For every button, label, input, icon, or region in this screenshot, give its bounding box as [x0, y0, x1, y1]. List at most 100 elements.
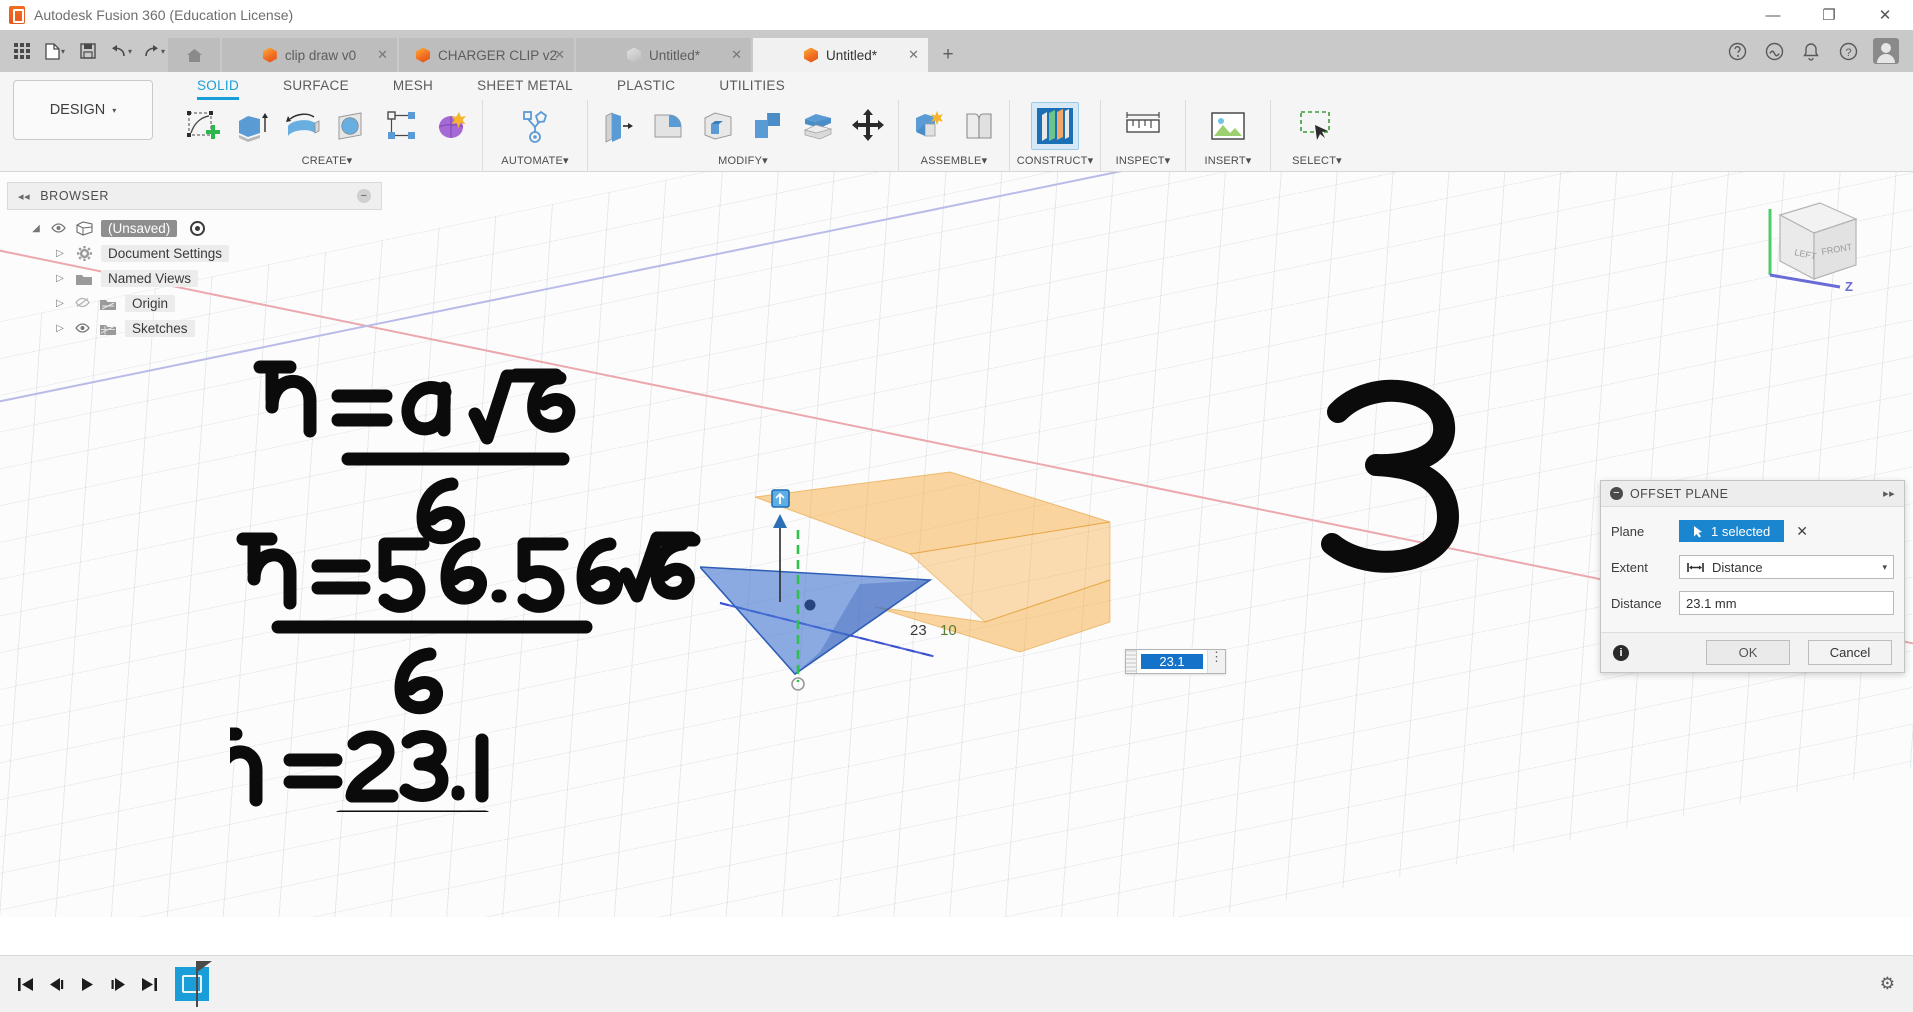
tab-home[interactable]: [168, 38, 220, 72]
collapse-left-icon[interactable]: ◂◂: [18, 190, 30, 203]
tab-charger-clip-v2[interactable]: CHARGER CLIP v2 ✕: [399, 38, 574, 72]
dimension-options-icon[interactable]: ⋮: [1207, 650, 1225, 673]
browser-collapse-button[interactable]: −: [357, 189, 371, 203]
offset-plane-icon[interactable]: [1031, 102, 1079, 150]
undo-caret[interactable]: ▾: [128, 47, 132, 56]
save-icon[interactable]: [74, 37, 102, 65]
press-pull-icon[interactable]: [594, 102, 642, 150]
browser-item-named-views[interactable]: ▷ Named Views: [7, 266, 382, 291]
redo-icon[interactable]: ▾: [140, 37, 168, 65]
timeline-step-back[interactable]: [41, 967, 72, 1001]
expand-arrow-icon[interactable]: ▷: [53, 298, 67, 309]
notifications-icon[interactable]: [1799, 39, 1823, 63]
dialog-collapse-icon[interactable]: −: [1610, 487, 1623, 500]
timeline-feature-sketch[interactable]: [175, 961, 209, 1007]
ribbon-group-label-create[interactable]: CREATE▾: [178, 152, 476, 167]
minimize-button[interactable]: —: [1745, 0, 1801, 30]
insert-image-icon[interactable]: [1204, 102, 1252, 150]
extrude-icon[interactable]: [228, 102, 276, 150]
dimension-value-input[interactable]: 23.1: [1141, 654, 1203, 669]
pattern-icon[interactable]: [378, 102, 426, 150]
expand-arrow-icon[interactable]: ◢: [29, 223, 43, 234]
tab-untitled-active[interactable]: Untitled* ✕: [753, 38, 928, 72]
tab-close-icon[interactable]: ✕: [908, 47, 919, 63]
maximize-button[interactable]: ❐: [1801, 0, 1857, 30]
visibility-eye-off-icon[interactable]: [74, 297, 91, 311]
new-component-icon[interactable]: [905, 102, 953, 150]
timeline-settings-icon[interactable]: ⚙: [1880, 974, 1895, 994]
dimension-drag-handle[interactable]: [1126, 650, 1137, 673]
extensions-icon[interactable]: [1762, 39, 1786, 63]
new-file-icon[interactable]: ▾: [41, 37, 69, 65]
info-icon[interactable]: i: [1613, 644, 1629, 661]
document-tab-bar: ▾ ▾ ▾ clip draw v0 ✕ CHARGER CLIP v2 ✕ U…: [0, 30, 1913, 72]
select-window-icon[interactable]: [1293, 102, 1341, 150]
timeline-play[interactable]: [72, 967, 103, 1001]
extent-dropdown[interactable]: Distance ▾: [1679, 555, 1894, 579]
automate-icon[interactable]: [511, 102, 559, 150]
expand-arrow-icon[interactable]: ▷: [53, 273, 67, 284]
expand-arrow-icon[interactable]: ▷: [53, 248, 67, 259]
create-sketch-icon[interactable]: [178, 102, 226, 150]
dialog-header[interactable]: − OFFSET PLANE ▸▸: [1601, 481, 1904, 507]
sphere-icon[interactable]: [328, 102, 376, 150]
move-copy-icon[interactable]: [844, 102, 892, 150]
dialog-expand-icon[interactable]: ▸▸: [1883, 487, 1895, 500]
browser-item-document-settings[interactable]: ▷ Document Settings: [7, 241, 382, 266]
help-circle-icon[interactable]: [1725, 39, 1749, 63]
close-button[interactable]: ✕: [1857, 0, 1913, 30]
workspace-selector[interactable]: DESIGN ▾: [13, 80, 153, 140]
tab-close-icon[interactable]: ✕: [554, 47, 565, 63]
timeline-go-to-beginning[interactable]: [10, 967, 41, 1001]
revolve-icon[interactable]: [278, 102, 326, 150]
tab-untitled-sketch[interactable]: Untitled* ✕: [576, 38, 751, 72]
ribbon-group-label-select[interactable]: SELECT▾: [1277, 152, 1357, 167]
cancel-button[interactable]: Cancel: [1808, 640, 1892, 665]
browser-item-sketches[interactable]: ▷ Sketches: [7, 316, 382, 341]
ribbon-group-label-modify[interactable]: MODIFY▾: [594, 152, 892, 167]
tab-clip-draw-v0[interactable]: clip draw v0 ✕: [222, 38, 397, 72]
form-icon[interactable]: [428, 102, 476, 150]
measure-icon[interactable]: [1119, 102, 1167, 150]
distance-input[interactable]: 23.1 mm: [1679, 591, 1894, 615]
split-face-icon[interactable]: [794, 102, 842, 150]
ribbon-group-label-insert[interactable]: INSERT▾: [1192, 152, 1264, 167]
timeline-bar: ⚙: [0, 955, 1913, 1012]
browser-panel: ◂◂ BROWSER − ◢ (Unsaved) ▷ Document Sett…: [7, 182, 382, 341]
ribbon-group-label-construct[interactable]: CONSTRUCT▾: [1016, 152, 1094, 167]
undo-icon[interactable]: ▾: [107, 37, 135, 65]
timeline-go-to-end[interactable]: [134, 967, 165, 1001]
help-icon[interactable]: ?: [1836, 39, 1860, 63]
redo-caret[interactable]: ▾: [161, 47, 165, 56]
app-grid-icon[interactable]: [8, 37, 36, 65]
viewport-3d[interactable]: 23 10 23.1 ⋮ LEFT FRONT Z ◂◂ BROWSER − ◢…: [0, 172, 1913, 917]
combine-icon[interactable]: [744, 102, 792, 150]
browser-item-unsaved[interactable]: ◢ (Unsaved): [7, 216, 382, 241]
browser-header[interactable]: ◂◂ BROWSER −: [7, 182, 382, 210]
browser-item-label: Named Views: [101, 270, 199, 287]
activate-component-radio[interactable]: [190, 221, 206, 236]
ribbon-group-label-inspect[interactable]: INSPECT▾: [1107, 152, 1179, 167]
ok-button[interactable]: OK: [1706, 640, 1790, 665]
dimension-input-box[interactable]: 23.1 ⋮: [1125, 649, 1226, 674]
expand-arrow-icon[interactable]: ▷: [53, 323, 67, 334]
shell-icon[interactable]: [694, 102, 742, 150]
plane-selection-button[interactable]: 1 selected: [1679, 520, 1785, 542]
chevron-down-icon[interactable]: ▾: [1882, 562, 1887, 573]
gear-icon: [74, 245, 94, 262]
user-avatar[interactable]: [1873, 38, 1899, 64]
timeline-step-forward[interactable]: [103, 967, 134, 1001]
ribbon-group-label-assemble[interactable]: ASSEMBLE▾: [905, 152, 1003, 167]
new-file-caret[interactable]: ▾: [61, 47, 65, 56]
visibility-eye-icon[interactable]: [50, 222, 67, 236]
clear-selection-icon[interactable]: ✕: [1796, 523, 1808, 540]
fillet-icon[interactable]: [644, 102, 692, 150]
view-cube[interactable]: LEFT FRONT Z: [1748, 187, 1868, 297]
new-tab-button[interactable]: +: [930, 38, 966, 72]
joint-icon[interactable]: [955, 102, 1003, 150]
ribbon-group-label-automate[interactable]: AUTOMATE▾: [489, 152, 581, 167]
browser-item-origin[interactable]: ▷ Origin: [7, 291, 382, 316]
tab-close-icon[interactable]: ✕: [731, 47, 742, 63]
tab-close-icon[interactable]: ✕: [377, 47, 388, 63]
visibility-eye-icon[interactable]: [74, 322, 91, 336]
